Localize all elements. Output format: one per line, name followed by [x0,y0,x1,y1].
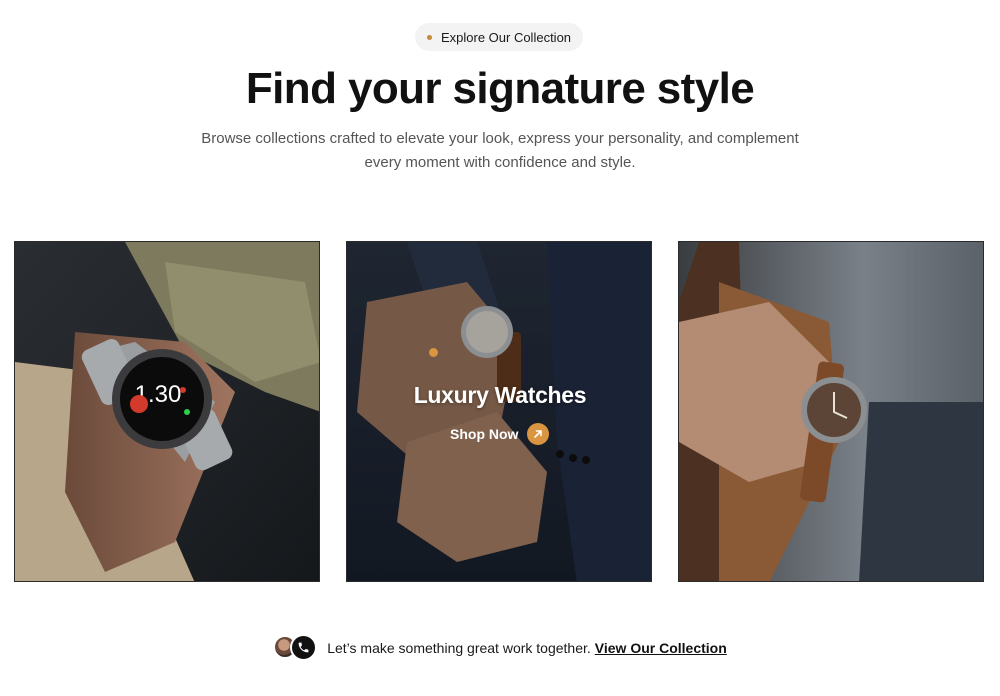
subtitle-line-2: every moment with confidence and style. [364,154,636,171]
avatar-group [273,634,319,662]
leather-strap-watch-photo [679,242,983,581]
subtitle-line-1: Browse collections crafted to elevate yo… [201,130,799,147]
footer-text: Let’s make something great work together… [327,640,591,656]
smartwatch-on-wrist-photo: 1.30 [15,242,319,581]
card-title: Luxury Watches [413,382,587,408]
footer-cta: Let’s make something great work together… [0,633,1000,663]
card-accent-dot [429,348,438,357]
badge-dot [426,34,432,40]
view-collection-link[interactable]: View Our Collection [595,640,727,656]
collection-card-leather-watch[interactable] [678,241,984,582]
explore-badge: Explore Our Collection [415,23,583,51]
card-overlay [347,242,651,581]
collection-card-luxury-watches[interactable]: Luxury Watches Shop Now [346,241,652,582]
collection-card-smartwatch[interactable]: 1.30 [14,241,320,582]
shop-now-label: Shop Now [450,426,519,442]
shop-now-button[interactable]: Shop Now [450,422,550,446]
collection-section: Explore Our Collection Find your signatu… [0,0,1000,696]
phone-icon [290,634,318,661]
arrow-up-right-icon [527,423,550,445]
badge-label: Explore Our Collection [440,29,572,45]
page-title: Find your signature style [245,64,755,113]
page-subtitle: Browse collections crafted to elevate yo… [200,127,800,175]
